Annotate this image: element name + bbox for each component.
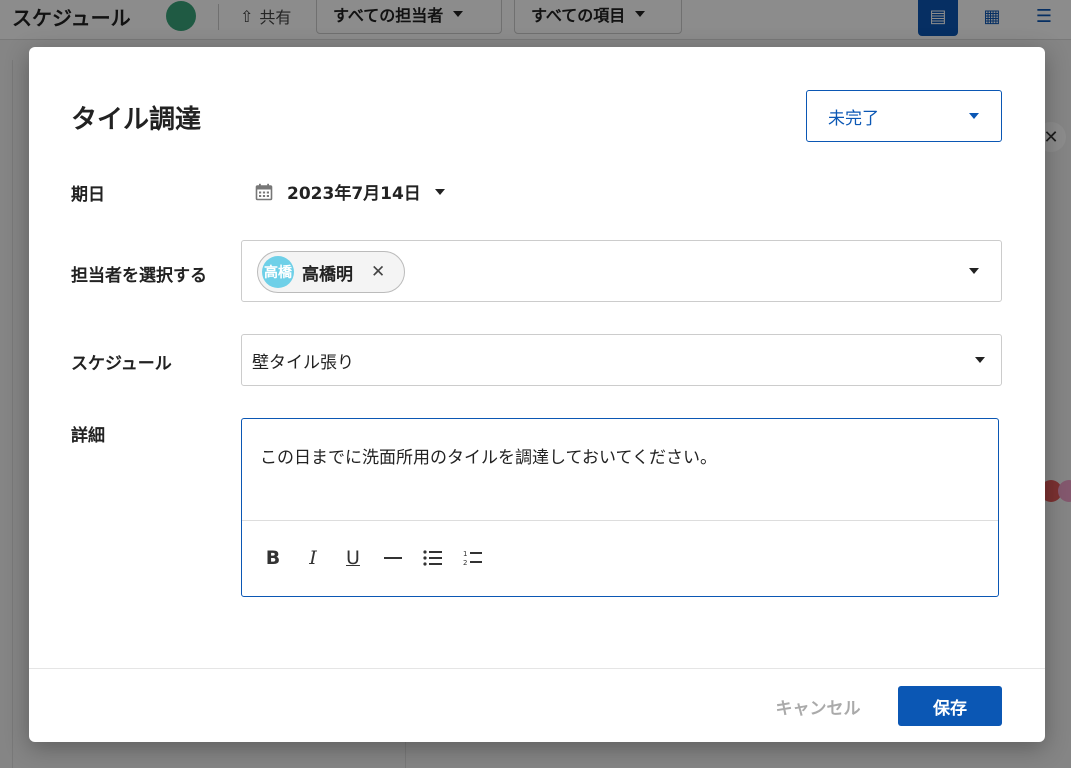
- schedule-select[interactable]: 壁タイル張り: [241, 334, 1002, 386]
- chevron-down-icon: [969, 113, 979, 119]
- status-select[interactable]: 未完了: [806, 90, 1002, 142]
- due-date-label: 期日: [71, 185, 105, 205]
- numbered-list-glyph: 1 2: [463, 550, 482, 567]
- bold-icon[interactable]: B: [262, 545, 284, 571]
- task-modal: タイル調達 未完了 期日 2023年7月14日 担当者を選択する 高橋 高橋明 …: [29, 47, 1045, 742]
- status-select-value: 未完了: [828, 108, 879, 129]
- bullet-list-icon[interactable]: [422, 545, 444, 571]
- svg-text:2: 2: [463, 559, 467, 567]
- editor-toolbar: B I U 1 2: [262, 545, 484, 571]
- italic-icon[interactable]: I: [302, 545, 324, 571]
- chevron-down-icon: [434, 188, 445, 195]
- schedule-label: スケジュール: [71, 354, 172, 374]
- assignee-chip: 高橋 高橋明 ✕: [257, 251, 405, 293]
- remove-assignee-icon[interactable]: ✕: [371, 262, 385, 282]
- horizontal-rule-glyph: [384, 557, 402, 559]
- details-editor[interactable]: この日までに洗面所用のタイルを調達しておいてください。 B I U 1 2: [241, 418, 999, 597]
- assignee-select[interactable]: 高橋 高橋明 ✕: [241, 240, 1002, 302]
- chevron-down-icon[interactable]: [969, 268, 979, 274]
- schedule-select-value: 壁タイル張り: [252, 352, 354, 373]
- footer-divider: [29, 668, 1045, 669]
- due-date-picker[interactable]: 2023年7月14日: [255, 179, 445, 204]
- svg-text:1: 1: [463, 550, 467, 558]
- chevron-down-icon: [975, 357, 985, 363]
- details-label: 詳細: [71, 426, 105, 446]
- horizontal-rule-icon[interactable]: [382, 545, 404, 571]
- bullet-list-glyph: [423, 550, 442, 566]
- calendar-icon: [255, 183, 273, 200]
- assignee-chip-name: 高橋明: [302, 264, 353, 285]
- numbered-list-icon[interactable]: 1 2: [462, 545, 484, 571]
- details-text[interactable]: この日までに洗面所用のタイルを調達しておいてください。: [260, 443, 717, 468]
- due-date-value: 2023年7月14日: [287, 184, 421, 204]
- avatar: 高橋: [262, 256, 294, 288]
- save-button[interactable]: 保存: [898, 686, 1002, 726]
- assignee-label: 担当者を選択する: [71, 266, 207, 286]
- underline-icon[interactable]: U: [342, 545, 364, 571]
- cancel-button[interactable]: キャンセル: [763, 686, 873, 726]
- modal-title: タイル調達: [71, 105, 202, 135]
- editor-divider: [242, 520, 998, 521]
